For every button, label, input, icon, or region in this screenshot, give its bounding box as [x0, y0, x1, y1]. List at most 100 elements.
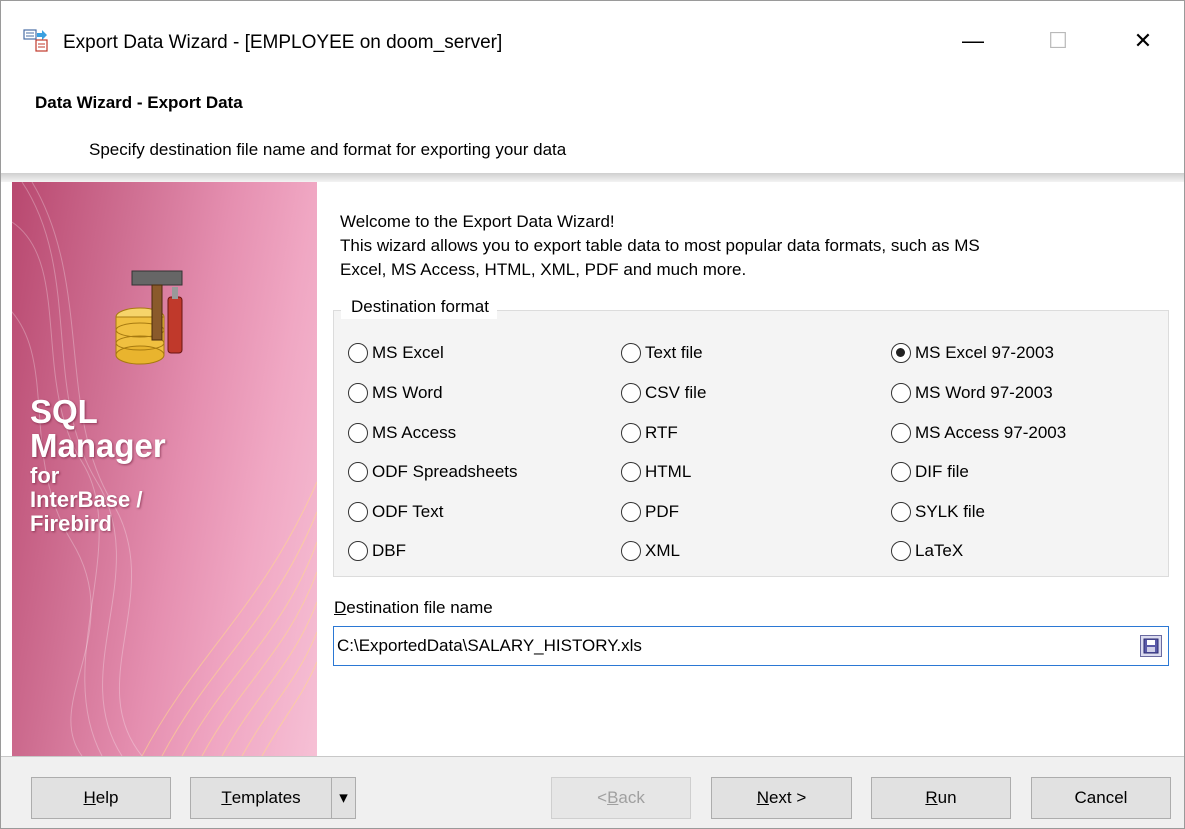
radio-dot	[348, 462, 368, 482]
window-title: Export Data Wizard - [EMPLOYEE on doom_s…	[63, 32, 503, 53]
button-label: elp	[95, 788, 119, 807]
button-bar: Help Templates ▾ < Back Next > Run Cance…	[1, 756, 1184, 828]
radio-label: SYLK file	[915, 502, 985, 521]
radio-dot	[348, 423, 368, 443]
radio-label: DIF file	[915, 462, 969, 481]
wizard-content: Welcome to the Export Data Wizard! This …	[317, 182, 1184, 756]
radio-dot	[621, 383, 641, 403]
product-banner: SQL Manager for InterBase / Firebird	[12, 182, 317, 756]
export-wizard-icon	[23, 29, 48, 52]
button-label: ack	[618, 788, 645, 807]
accelerator: N	[756, 788, 769, 807]
welcome-line-1: Welcome to the Export Data Wizard!	[340, 212, 615, 231]
radio-odf-spreadsheets[interactable]: ODF Spreadsheets	[348, 462, 518, 482]
label-text: estination file name	[346, 598, 493, 617]
radio-dot	[348, 383, 368, 403]
button-label: emplates	[231, 788, 301, 807]
radio-html[interactable]: HTML	[621, 462, 691, 482]
destination-format-legend: Destination format	[341, 295, 497, 319]
destination-file-label: Destination file name	[334, 598, 493, 618]
maximize-button[interactable]: ☐	[1031, 19, 1085, 63]
welcome-line-3: Excel, MS Access, HTML, XML, PDF and muc…	[340, 260, 747, 279]
radio-dot	[891, 423, 911, 443]
accelerator: H	[83, 788, 96, 807]
save-icon[interactable]	[1140, 635, 1162, 657]
radio-ms-access-97-2003[interactable]: MS Access 97-2003	[891, 423, 1066, 443]
radio-ms-excel-97-2003[interactable]: MS Excel 97-2003	[891, 343, 1054, 363]
welcome-text: Welcome to the Export Data Wizard! This …	[340, 210, 1170, 282]
radio-dot	[348, 541, 368, 561]
cancel-button[interactable]: Cancel	[1031, 777, 1171, 819]
radio-dot	[348, 343, 368, 363]
close-button[interactable]: ✕	[1116, 19, 1170, 63]
radio-label: XML	[645, 541, 680, 560]
minimize-button[interactable]: —	[946, 19, 1000, 63]
radio-ms-access[interactable]: MS Access	[348, 423, 456, 443]
wizard-header: Data Wizard - Export Data Specify destin…	[1, 83, 1184, 175]
radio-pdf[interactable]: PDF	[621, 502, 679, 522]
templates-dropdown-button[interactable]: ▾	[331, 777, 356, 819]
radio-text-file[interactable]: Text file	[621, 343, 703, 363]
radio-ms-word-97-2003[interactable]: MS Word 97-2003	[891, 383, 1053, 403]
radio-label: Text file	[645, 343, 703, 362]
back-button[interactable]: < Back	[551, 777, 691, 819]
radio-label: MS Word 97-2003	[915, 383, 1053, 402]
radio-label: MS Word	[372, 383, 443, 402]
wizard-subtitle: Specify destination file name and format…	[89, 140, 567, 159]
radio-dif-file[interactable]: DIF file	[891, 462, 969, 482]
radio-label: ODF Spreadsheets	[372, 462, 518, 481]
button-prefix: <	[597, 788, 608, 807]
radio-dbf[interactable]: DBF	[348, 541, 406, 561]
radio-dot	[621, 423, 641, 443]
welcome-line-2: This wizard allows you to export table d…	[340, 236, 980, 255]
header-divider	[1, 173, 1184, 182]
title-bar[interactable]: Export Data Wizard - [EMPLOYEE on doom_s…	[1, 1, 1184, 83]
accelerator: T	[221, 788, 232, 807]
radio-latex[interactable]: LaTeX	[891, 541, 963, 561]
radio-dot	[348, 502, 368, 522]
wizard-title: Data Wizard - Export Data	[35, 93, 243, 112]
radio-dot	[891, 502, 911, 522]
radio-label: MS Access	[372, 423, 457, 442]
banner-for-text: for	[30, 463, 60, 488]
radio-ms-excel[interactable]: MS Excel	[348, 343, 444, 363]
button-label: ext >	[768, 788, 807, 807]
radio-csv-file[interactable]: CSV file	[621, 383, 706, 403]
radio-dot	[621, 343, 641, 363]
templates-button[interactable]: Templates	[190, 777, 332, 819]
destination-file-input[interactable]	[337, 631, 1117, 661]
destination-format-group: MS Excel MS Word MS Access ODF Spreadshe…	[333, 310, 1169, 577]
help-button[interactable]: Help	[31, 777, 171, 819]
accelerator: B	[607, 788, 619, 807]
banner-sql-text: SQL	[30, 393, 98, 430]
radio-rtf[interactable]: RTF	[621, 423, 678, 443]
radio-sylk-file[interactable]: SYLK file	[891, 502, 985, 522]
radio-label: PDF	[645, 502, 679, 521]
radio-label: HTML	[645, 462, 692, 481]
radio-dot	[891, 541, 911, 561]
radio-dot	[621, 462, 641, 482]
radio-odf-text[interactable]: ODF Text	[348, 502, 443, 522]
label-accelerator: D	[334, 598, 347, 617]
radio-label: RTF	[645, 423, 678, 442]
banner-manager-text: Manager	[30, 427, 166, 464]
radio-label: MS Excel	[372, 343, 444, 362]
banner-interbase-text: InterBase /	[30, 487, 143, 512]
export-wizard-window: Export Data Wizard - [EMPLOYEE on doom_s…	[0, 0, 1185, 829]
radio-dot-selected	[891, 343, 911, 363]
run-button[interactable]: Run	[871, 777, 1011, 819]
radio-dot	[891, 462, 911, 482]
radio-label: CSV file	[645, 383, 707, 402]
banner-firebird-text: Firebird	[30, 511, 112, 536]
radio-dot	[621, 502, 641, 522]
radio-dot	[621, 541, 641, 561]
radio-dot	[891, 383, 911, 403]
radio-label: ODF Text	[372, 502, 444, 521]
radio-ms-word[interactable]: MS Word	[348, 383, 443, 403]
destination-file-field[interactable]	[333, 626, 1169, 666]
next-button[interactable]: Next >	[711, 777, 852, 819]
button-label: un	[937, 788, 957, 807]
radio-xml[interactable]: XML	[621, 541, 680, 561]
radio-label: LaTeX	[915, 541, 964, 560]
radio-label: MS Excel 97-2003	[915, 343, 1054, 362]
